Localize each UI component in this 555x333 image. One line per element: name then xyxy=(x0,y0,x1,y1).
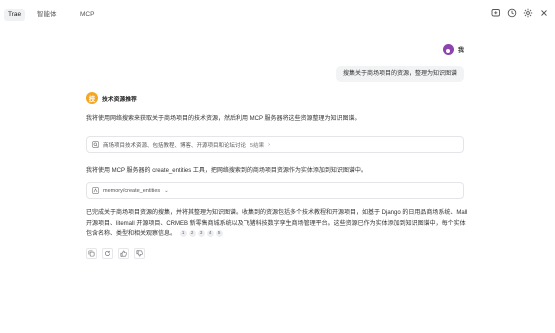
user-name: 我 xyxy=(457,48,464,54)
message-actions xyxy=(86,248,145,259)
tool-icon xyxy=(92,187,99,194)
web-search-result[interactable]: 商场项目技术资源、包括教程、博客、开源项目和论坛讨论 5结果 › xyxy=(86,136,464,153)
mcp-tool-call[interactable]: memory/create_entities ⌄ xyxy=(86,182,464,199)
tab-mcp[interactable]: MCP xyxy=(80,9,94,21)
chevron-down-icon: ⌄ xyxy=(164,187,169,194)
refresh-icon[interactable] xyxy=(102,248,113,259)
top-bar: Trae 智能体 MCP xyxy=(0,0,555,26)
assistant-header: 技 技术资源推荐 xyxy=(86,92,137,104)
copy-icon[interactable] xyxy=(86,248,97,259)
citation-5[interactable]: 5 xyxy=(215,229,223,237)
user-avatar xyxy=(442,44,454,55)
assistant-final: 已完成关于商场项目资源的搜集，并将其整理为知识图谱。收集到的资源包括多个技术教程… xyxy=(86,208,468,240)
user-message: 搜集关于商场项目的资源，整理为知识图谱 xyxy=(335,66,464,82)
assistant-mid: 我将使用 MCP 服务器的 create_entities 工具，把网络搜索到的… xyxy=(86,168,367,174)
add-chat-icon[interactable] xyxy=(491,8,501,18)
user-header: 我 xyxy=(442,44,464,55)
settings-icon[interactable] xyxy=(523,8,533,18)
thumbs-up-icon[interactable] xyxy=(118,248,129,259)
citation-list: 1 2 3 4 5 xyxy=(179,229,223,237)
search-query-text: 商场项目技术资源、包括教程、博客、开源项目和论坛讨论 xyxy=(103,142,247,149)
top-icons xyxy=(491,8,549,18)
chevron-right-icon: › xyxy=(268,141,270,148)
citation-3[interactable]: 3 xyxy=(197,229,205,237)
assistant-avatar: 技 xyxy=(86,92,98,104)
history-icon[interactable] xyxy=(507,8,517,18)
tab-agents[interactable]: 智能体 xyxy=(37,9,57,21)
citation-4[interactable]: 4 xyxy=(206,229,214,237)
close-icon[interactable] xyxy=(539,8,549,18)
web-search-icon xyxy=(92,141,99,148)
citation-1[interactable]: 1 xyxy=(179,229,187,237)
search-results-count: 5结果 xyxy=(250,142,265,149)
tool-name-text: memory/create_entities xyxy=(103,187,161,194)
tab-trae[interactable]: Trae xyxy=(4,9,26,21)
citation-2[interactable]: 2 xyxy=(188,229,196,237)
thumbs-down-icon[interactable] xyxy=(134,248,145,259)
assistant-intro: 我将使用网络搜索来获取关于商场项目的技术资源，然后利用 MCP 服务器将这些资源… xyxy=(86,116,361,122)
final-text: 已完成关于商场项目资源的搜集，并将其整理为知识图谱。收集到的资源包括多个技术教程… xyxy=(86,210,468,237)
assistant-name: 技术资源推荐 xyxy=(102,96,137,103)
